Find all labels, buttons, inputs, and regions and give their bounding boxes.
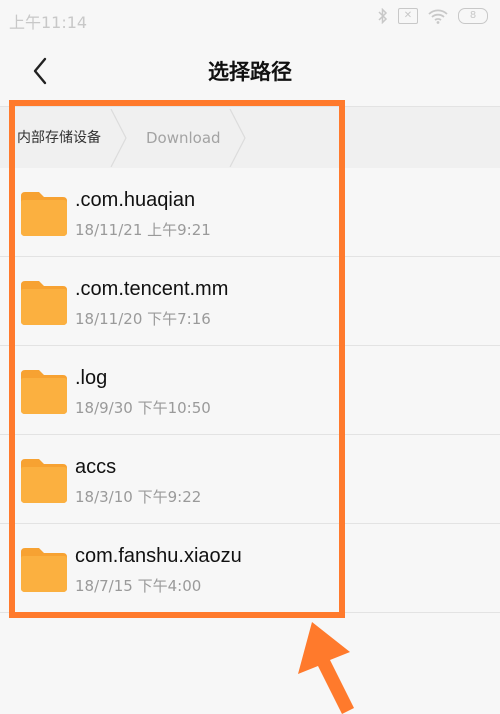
list-item[interactable]: .com.huaqian 18/11/21 上午9:21	[0, 168, 500, 257]
bluetooth-icon	[378, 7, 388, 25]
arrow-up-icon	[298, 622, 354, 714]
breadcrumb: 内部存储设备 Download	[0, 106, 500, 170]
file-name: .com.tencent.mm	[75, 278, 229, 300]
battery-icon: 8	[458, 8, 488, 24]
file-date: 18/11/21 上午9:21	[75, 221, 211, 239]
list-item[interactable]: .com.tencent.mm 18/11/20 下午7:16	[0, 257, 500, 346]
file-name: .com.huaqian	[75, 189, 196, 211]
list-item[interactable]: com.fanshu.xiaozu 18/7/15 下午4:00	[0, 524, 500, 613]
breadcrumb-separator-icon	[229, 109, 246, 167]
file-date: 18/11/20 下午7:16	[75, 310, 211, 328]
file-name: com.fanshu.xiaozu	[75, 545, 242, 567]
folder-icon	[21, 548, 67, 592]
folder-icon	[21, 281, 67, 325]
wifi-icon	[428, 8, 448, 24]
file-date: 18/3/10 下午9:22	[75, 488, 202, 506]
file-date: 18/7/15 下午4:00	[75, 577, 202, 595]
status-time: 上午11:14	[9, 13, 88, 32]
folder-icon	[21, 370, 67, 414]
breadcrumb-item-download[interactable]: Download	[146, 107, 221, 169]
breadcrumb-separator-icon	[110, 109, 127, 167]
status-bar: 上午11:14 ✕ 8	[0, 0, 500, 36]
folder-icon	[21, 459, 67, 503]
breadcrumb-item-root[interactable]: 内部存储设备	[17, 107, 101, 169]
status-icons: ✕ 8	[378, 7, 488, 25]
title-bar: 选择路径	[0, 36, 500, 106]
no-sim-icon: ✕	[398, 8, 418, 24]
file-date: 18/9/30 下午10:50	[75, 399, 211, 417]
folder-icon	[21, 192, 67, 236]
list-item[interactable]: .log 18/9/30 下午10:50	[0, 346, 500, 435]
file-name: accs	[75, 456, 117, 478]
file-list: .com.huaqian 18/11/21 上午9:21 .com.tencen…	[0, 168, 500, 613]
page-title: 选择路径	[208, 60, 292, 84]
list-item[interactable]: accs 18/3/10 下午9:22	[0, 435, 500, 524]
file-name: .log	[75, 367, 108, 389]
